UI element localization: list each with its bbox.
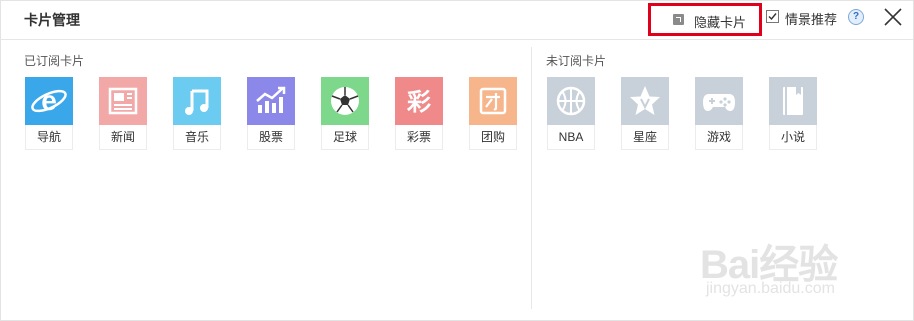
card-football[interactable]: 足球 [321,77,369,150]
close-icon [884,8,902,26]
group-buy-icon [469,77,517,125]
watermark-url-text: jingyan.baidu.com [706,280,835,297]
hide-cards-label: 隐藏卡片 [694,15,747,30]
card-label: NBA [547,125,595,150]
soccer-ball-icon [321,77,369,125]
newspaper-icon [99,77,147,125]
baidu-jingyan-watermark: Bai经验 jingyan.baidu.com [700,232,910,302]
card-label: 团购 [469,125,517,150]
close-button[interactable] [883,7,903,27]
card-label: 导航 [25,125,73,150]
card-group-buy[interactable]: 团购 [469,77,517,150]
hide-cards-button[interactable]: 隐藏卡片 [648,3,762,36]
card-nba[interactable]: NBA [547,77,595,150]
card-music[interactable]: 音乐 [173,77,221,150]
card-horoscope[interactable]: 星座 [621,77,669,150]
card-label: 游戏 [695,125,743,150]
star-icon [621,77,669,125]
card-label: 星座 [621,125,669,150]
dialog-title: 卡片管理 [24,12,80,28]
lottery-icon: 彩 [395,77,443,125]
card-novels[interactable]: 小说 [769,77,817,150]
subscribed-section-label: 已订阅卡片 [24,54,85,68]
basketball-icon [547,77,595,125]
book-icon [769,77,817,125]
scene-recommend-checkbox[interactable] [766,10,779,23]
svg-text:e: e [41,85,57,116]
card-navigation[interactable]: e 导航 [25,77,73,150]
music-note-icon [173,77,221,125]
card-label: 新闻 [99,125,147,150]
stock-chart-icon [247,77,295,125]
gamepad-icon [695,77,743,125]
dialog-header: 卡片管理 隐藏卡片 情景推荐 ? [0,0,914,40]
ie-browser-icon: e [25,77,73,125]
card-label: 足球 [321,125,369,150]
card-label: 音乐 [173,125,221,150]
card-label: 彩票 [395,125,443,150]
card-news[interactable]: 新闻 [99,77,147,150]
card-label: 股票 [247,125,295,150]
unsubscribed-section-label: 未订阅卡片 [546,54,607,68]
card-label: 小说 [769,125,817,150]
help-icon[interactable]: ? [848,9,864,25]
section-divider [531,47,532,309]
svg-text:彩: 彩 [406,88,431,116]
card-games[interactable]: 游戏 [695,77,743,150]
checkmark-icon [768,13,777,21]
scene-recommend-label[interactable]: 情景推荐 [785,9,837,28]
card-lottery[interactable]: 彩 彩票 [395,77,443,150]
external-link-icon [673,14,684,25]
card-stocks[interactable]: 股票 [247,77,295,150]
